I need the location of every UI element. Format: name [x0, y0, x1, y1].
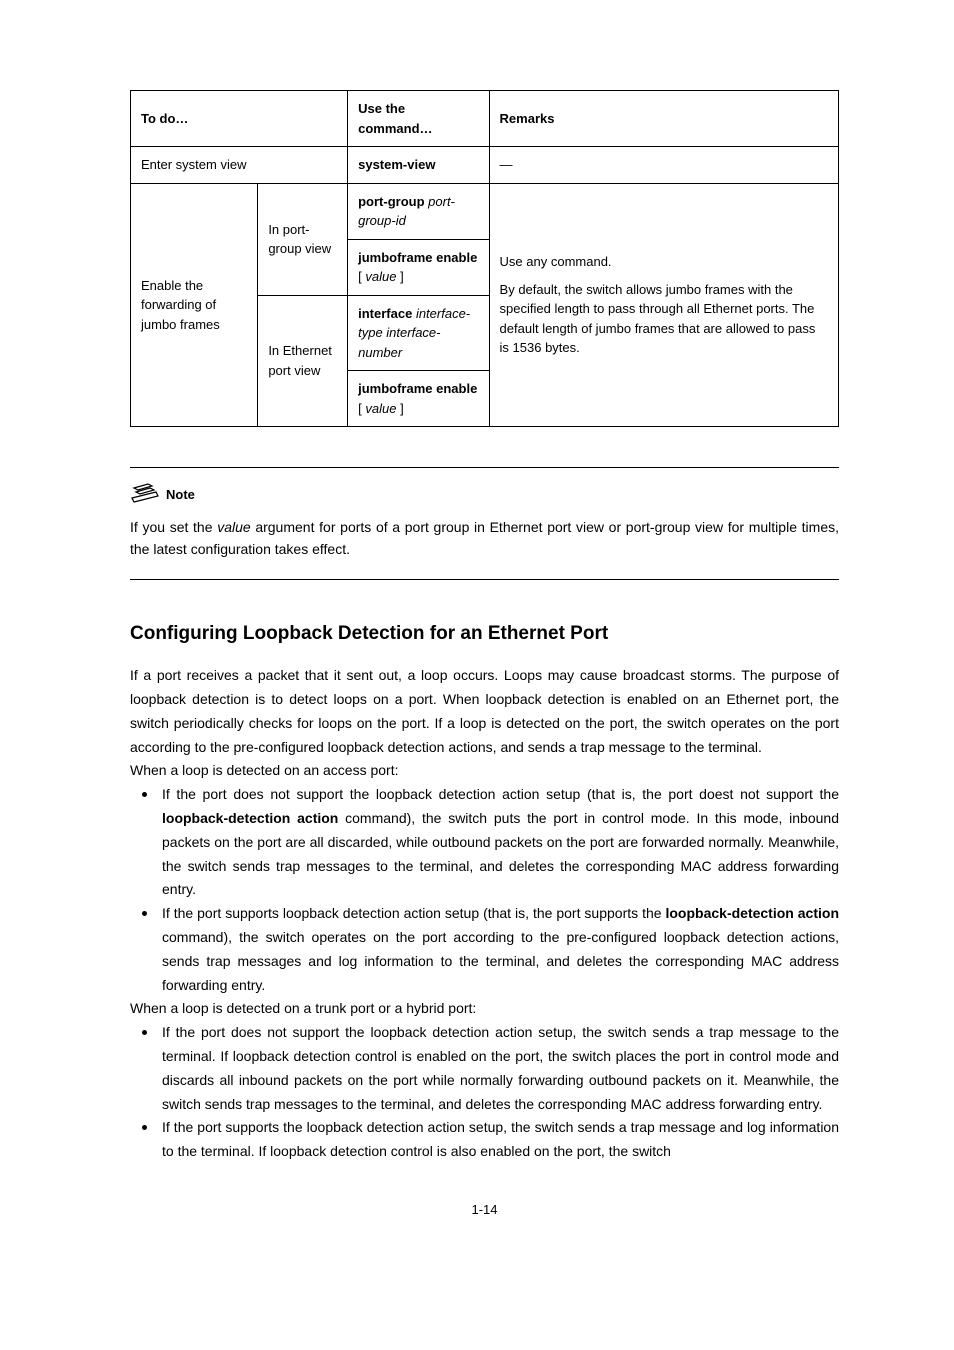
step-enter-system-view: Enter system view [131, 147, 348, 184]
cmd-system-view: system-view [348, 147, 489, 184]
heading-loopback-detection: Configuring Loopback Detection for an Et… [130, 620, 839, 649]
note-icon [130, 482, 160, 506]
note-block: Note If you set the value argument for p… [130, 467, 839, 580]
table-header-command: Use the command… [348, 91, 489, 147]
remark-dash: — [489, 147, 838, 184]
page-number: 1-14 [130, 1200, 839, 1220]
list-item: If the port supports the loopback detect… [130, 1116, 839, 1164]
cmd-jumboframe-enable-2: jumboframe enable [ value ] [348, 371, 489, 427]
list-item: If the port does not support the loopbac… [130, 1021, 839, 1116]
note-body: If you set the value argument for ports … [130, 516, 839, 561]
para-trunk-hybrid: When a loop is detected on a trunk port … [130, 997, 839, 1021]
remark-jumbo: Use any command. By default, the switch … [489, 183, 838, 427]
bullet-list-2: If the port does not support the loopbac… [130, 1021, 839, 1164]
view-ethernet-port: In Ethernet port view [258, 295, 348, 427]
cmd-port-group: port-group port-group-id [348, 183, 489, 239]
cmd-interface: interface interface-type interface-numbe… [348, 295, 489, 371]
list-item: If the port supports loopback detection … [130, 902, 839, 997]
view-port-group: In port-group view [258, 183, 348, 295]
para-intro: If a port receives a packet that it sent… [130, 664, 839, 759]
note-label: Note [166, 485, 195, 507]
table-header-remarks: Remarks [489, 91, 838, 147]
table-header-todo: To do… [131, 91, 348, 147]
step-enable-jumbo: Enable the forwarding of jumbo frames [131, 183, 258, 427]
note-header: Note [130, 482, 839, 506]
bullet-list-1: If the port does not support the loopbac… [130, 783, 839, 997]
para-access-port: When a loop is detected on an access por… [130, 759, 839, 783]
list-item: If the port does not support the loopbac… [130, 783, 839, 902]
cmd-jumboframe-enable-1: jumboframe enable [ value ] [348, 239, 489, 295]
config-table: To do… Use the command… Remarks Enter sy… [130, 90, 839, 427]
